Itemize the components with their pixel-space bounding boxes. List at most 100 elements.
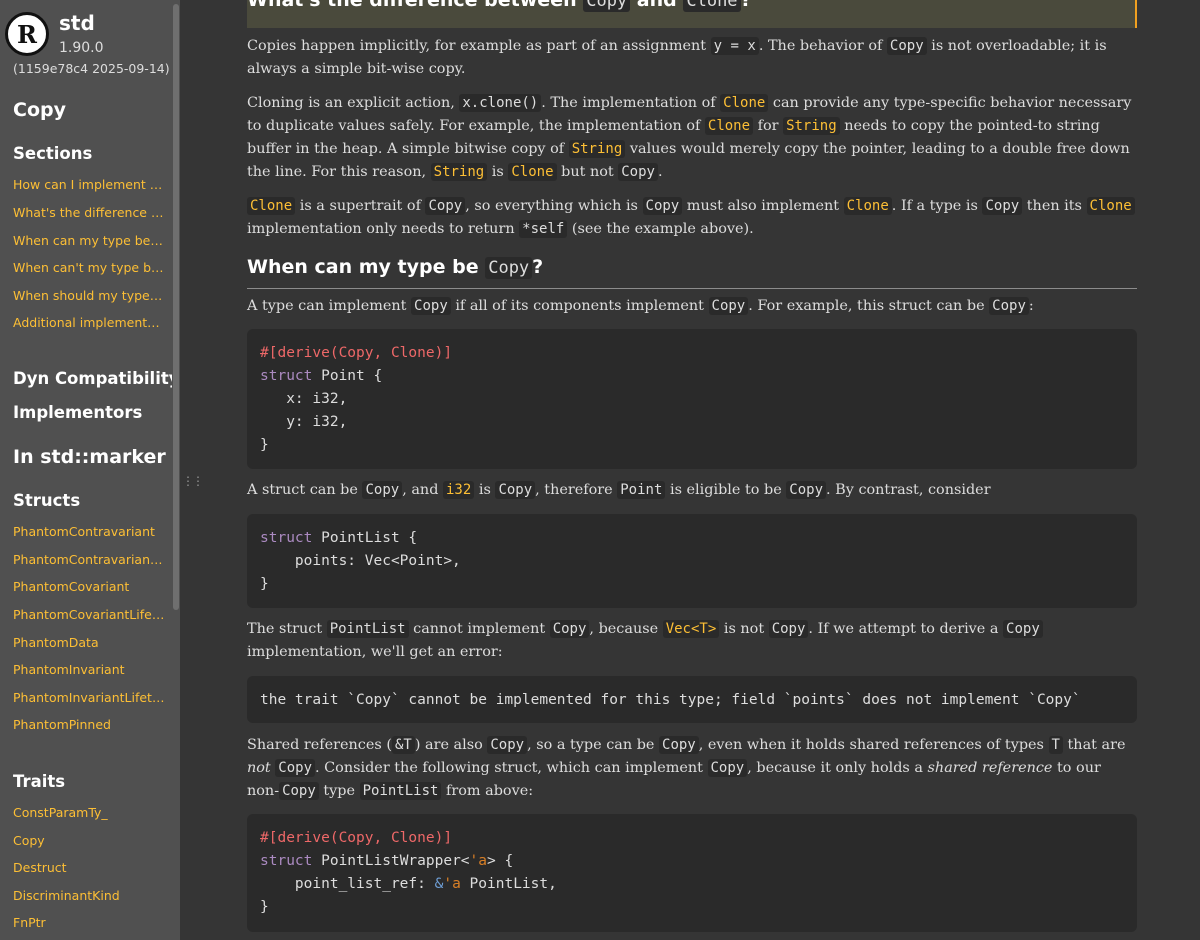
sidebar-struct-link[interactable]: PhantomInvariantLifetime xyxy=(13,690,165,705)
heading-text: and xyxy=(630,0,684,11)
code-link-i32[interactable]: i32 xyxy=(443,481,475,499)
code-line: PointListWrapper< xyxy=(312,853,470,869)
code-link-vec[interactable]: Vec<T> xyxy=(662,620,720,638)
code-line: points: Vec<Point>, xyxy=(260,553,461,569)
text: (see the example above). xyxy=(567,221,754,237)
inline-code: Copy xyxy=(495,481,536,499)
sidebar-struct-link[interactable]: PhantomContravariantLifetime xyxy=(13,552,165,567)
rust-logo[interactable]: R xyxy=(5,12,49,56)
paragraph: A struct can be Copy, and i32 is Copy, t… xyxy=(247,479,1137,502)
code-line: y: i32, xyxy=(260,414,348,430)
code-link-string[interactable]: String xyxy=(430,163,488,181)
text: . By contrast, consider xyxy=(826,482,991,498)
code-link-clone[interactable]: Clone xyxy=(843,197,892,215)
code-block-error[interactable]: the trait `Copy` cannot be implemented f… xyxy=(247,676,1137,723)
text: Copies happen implicitly, for example as… xyxy=(247,38,711,54)
text: is a supertrait of xyxy=(295,198,426,214)
code-line: } xyxy=(260,899,269,915)
sidebar-resize-handle-icon[interactable]: ⋮⋮ xyxy=(182,475,204,487)
section-heading-copy-vs-clone[interactable]: What's the difference between Copy and C… xyxy=(247,0,752,12)
sidebar-struct-link[interactable]: PhantomPinned xyxy=(13,717,165,732)
text: A struct can be xyxy=(247,482,363,498)
code-attribute: #[derive(Copy, Clone)] xyxy=(260,345,453,361)
text: implementation, we'll get an error: xyxy=(247,644,503,660)
text: The struct xyxy=(247,621,327,637)
sidebar-trait-link[interactable]: Destruct xyxy=(13,860,165,875)
sidebar-section-link[interactable]: When can my type be Copy? xyxy=(13,233,165,248)
sidebar-trait-link[interactable]: DiscriminantKind xyxy=(13,888,165,903)
sidebar-section-link[interactable]: When can't my type be Copy? xyxy=(13,260,165,275)
code-line: point_list_ref: xyxy=(260,876,435,892)
text: cannot implement xyxy=(408,621,550,637)
sidebar-structs-heading[interactable]: Structs xyxy=(13,491,80,510)
code-block[interactable]: #[derive(Copy, Clone)] struct PointListW… xyxy=(247,814,1137,932)
sidebar-section-link[interactable]: What's the difference between Copy and C… xyxy=(13,205,165,220)
sidebar-trait-link[interactable]: ConstParamTy_ xyxy=(13,805,165,820)
code-link-string[interactable]: String xyxy=(568,140,626,158)
sidebar-section-link[interactable]: How can I implement Copy? xyxy=(13,177,165,192)
code-keyword: struct xyxy=(260,853,313,869)
sidebar-struct-link[interactable]: PhantomContravariant xyxy=(13,524,165,539)
code-block[interactable]: struct PointList { points: Vec<Point>, } xyxy=(247,514,1137,608)
inline-code: Copy xyxy=(659,736,699,754)
sidebar-scrollbar[interactable] xyxy=(172,0,180,940)
text: . For example, this struct can be xyxy=(748,298,990,314)
sidebar-struct-link[interactable]: PhantomInvariant xyxy=(13,662,165,677)
sidebar-section-link[interactable]: Additional implementors xyxy=(13,315,165,330)
code-link-clone[interactable]: Clone xyxy=(508,163,557,181)
sidebar-scroll-thumb[interactable] xyxy=(173,4,179,610)
sidebar-section-link[interactable]: When should my type be Copy? xyxy=(13,288,165,303)
sidebar-dyn-compat-link[interactable]: Dyn Compatibility xyxy=(13,369,180,388)
code-line: the trait `Copy` cannot be implemented f… xyxy=(260,692,1081,708)
sidebar: R std 1.90.0 (1159e78c4 2025-09-14) Copy… xyxy=(0,0,180,940)
code-link-string[interactable]: String xyxy=(783,117,840,135)
inline-code: y = x xyxy=(710,37,759,55)
sidebar-traits-heading[interactable]: Traits xyxy=(13,772,65,791)
inline-code: Copy xyxy=(989,297,1029,315)
heading-text: ? xyxy=(740,0,752,11)
sidebar-item-title[interactable]: Copy xyxy=(13,99,66,121)
text: . If a type is xyxy=(891,198,983,214)
text: . Consider the following struct, which c… xyxy=(315,760,708,776)
inline-code: Copy xyxy=(583,0,631,12)
code-lifetime: 'a xyxy=(469,853,487,869)
inline-code: Copy xyxy=(708,297,749,315)
sidebar-struct-link[interactable]: PhantomData xyxy=(13,635,165,650)
text: is xyxy=(474,482,496,498)
code-link-clone[interactable]: Clone xyxy=(1086,197,1135,215)
code-link-clone[interactable]: Clone xyxy=(247,197,296,215)
inline-code: x.clone() xyxy=(459,94,542,112)
emphasis: shared reference xyxy=(927,760,1053,776)
inline-code: Copy xyxy=(1003,620,1043,638)
sidebar-module-link[interactable]: In std::marker xyxy=(13,446,166,468)
sidebar-trait-link[interactable]: Copy xyxy=(13,833,165,848)
code-line: } xyxy=(260,437,269,453)
code-keyword: struct xyxy=(260,530,313,546)
crate-name[interactable]: std xyxy=(59,11,95,35)
code-keyword: struct xyxy=(260,368,313,384)
inline-code: Copy xyxy=(982,197,1023,215)
text: but not xyxy=(556,164,619,180)
crate-version: 1.90.0 xyxy=(59,40,104,56)
code-line: x: i32, xyxy=(260,391,348,407)
text: implementation only needs to return xyxy=(247,221,520,237)
inline-code: Copy xyxy=(642,197,683,215)
sidebar-struct-link[interactable]: PhantomCovariant xyxy=(13,579,165,594)
code-link-clone[interactable]: Clone xyxy=(704,117,754,135)
inline-code: PointList xyxy=(359,782,442,800)
text: A type can implement xyxy=(247,298,412,314)
sidebar-struct-link[interactable]: PhantomCovariantLifetime xyxy=(13,607,165,622)
sidebar-implementors-link[interactable]: Implementors xyxy=(13,403,142,422)
inline-code: Copy xyxy=(411,297,451,315)
code-block[interactable]: #[derive(Copy, Clone)] struct Point { x:… xyxy=(247,329,1137,469)
text: . xyxy=(657,164,663,180)
inline-code: Copy xyxy=(707,759,748,777)
code-link-clone[interactable]: Clone xyxy=(720,94,769,112)
text: type xyxy=(318,783,360,799)
section-heading-when-copy[interactable]: When can my type be Copy? xyxy=(247,256,544,279)
text: that are xyxy=(1062,737,1126,753)
heading-text: ? xyxy=(532,256,544,278)
sidebar-trait-link[interactable]: FnPtr xyxy=(13,915,165,930)
code-line: > { xyxy=(487,853,514,869)
inline-code: Copy xyxy=(768,620,809,638)
